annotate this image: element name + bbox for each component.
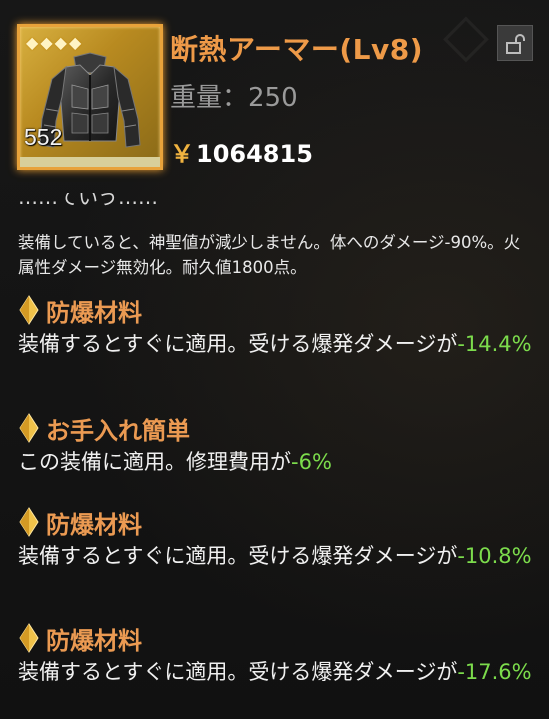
perk-value: -6% [291,450,332,474]
item-weight: 重量：250 [170,77,298,114]
perk-header: 防爆材料 [18,621,533,655]
perk-description: 装備するとすぐに適用。受ける爆発ダメージが-17.6% [18,657,533,687]
item-detail-panel: ◇ ◆ ◆ ◆ ◆ 552 断熱アーマー(Lv8) 重量：250 ￥106481… [0,0,549,719]
perk-value: -10.8% [457,544,532,568]
perk-name: お手入れ簡単 [46,416,190,445]
price-value: 1064815 [196,140,313,168]
perk-name: 防爆材料 [46,510,142,539]
perk-header: 防爆材料 [18,293,533,327]
diamond-perk-icon [19,413,39,443]
item-quantity: 552 [24,124,63,150]
diamond-perk-icon [19,295,39,325]
durability-bar [20,157,160,167]
perk-item: 防爆材料 装備するとすぐに適用。受ける爆発ダメージが-10.8% [18,505,533,571]
diamond-perk-icon [19,623,39,653]
perk-item: お手入れ簡単 この装備に適用。修理費用が-6% [18,411,533,477]
diamond-perk-icon [19,507,39,537]
perk-description: 装備するとすぐに適用。受ける爆発ダメージが-10.8% [18,541,533,571]
perk-item: 防爆材料 装備するとすぐに適用。受ける爆発ダメージが-14.4% [18,293,533,359]
perk-value: -14.4% [457,332,532,356]
scrolled-cutoff-text: ……ていう…… [18,193,158,207]
perk-text: 装備するとすぐに適用。受ける爆発ダメージが [18,332,458,356]
perk-item: 防爆材料 装備するとすぐに適用。受ける爆発ダメージが-17.6% [18,621,533,687]
weight-label: 重量： [170,83,249,113]
background-decoration: ◇ [442,0,489,70]
item-price: ￥1064815 [170,134,313,169]
perk-name: 防爆材料 [46,298,142,327]
perk-description: この装備に適用。修理費用が-6% [18,447,533,477]
unlocked-padlock-icon [506,34,525,54]
perk-header: 防爆材料 [18,505,533,539]
lock-toggle-button[interactable] [497,25,533,61]
weight-value: 250 [248,83,298,113]
item-icon-frame[interactable]: ◆ ◆ ◆ ◆ 552 [17,24,163,170]
perk-text: 装備するとすぐに適用。受ける爆発ダメージが [18,544,458,568]
currency-symbol: ￥ [170,140,194,168]
perk-text: 装備するとすぐに適用。受ける爆発ダメージが [18,660,458,684]
perk-text: この装備に適用。修理費用が [18,450,291,474]
item-description: 装備していると、神聖値が減少しません。体へのダメージ-90%。火属性ダメージ無効… [18,233,521,277]
perk-description: 装備するとすぐに適用。受ける爆発ダメージが-14.4% [18,329,533,359]
item-name: 断熱アーマー(Lv8) [170,33,423,66]
durability-fill [20,157,160,167]
perk-header: お手入れ簡単 [18,411,533,445]
perk-name: 防爆材料 [46,626,142,655]
perk-value: -17.6% [457,660,532,684]
